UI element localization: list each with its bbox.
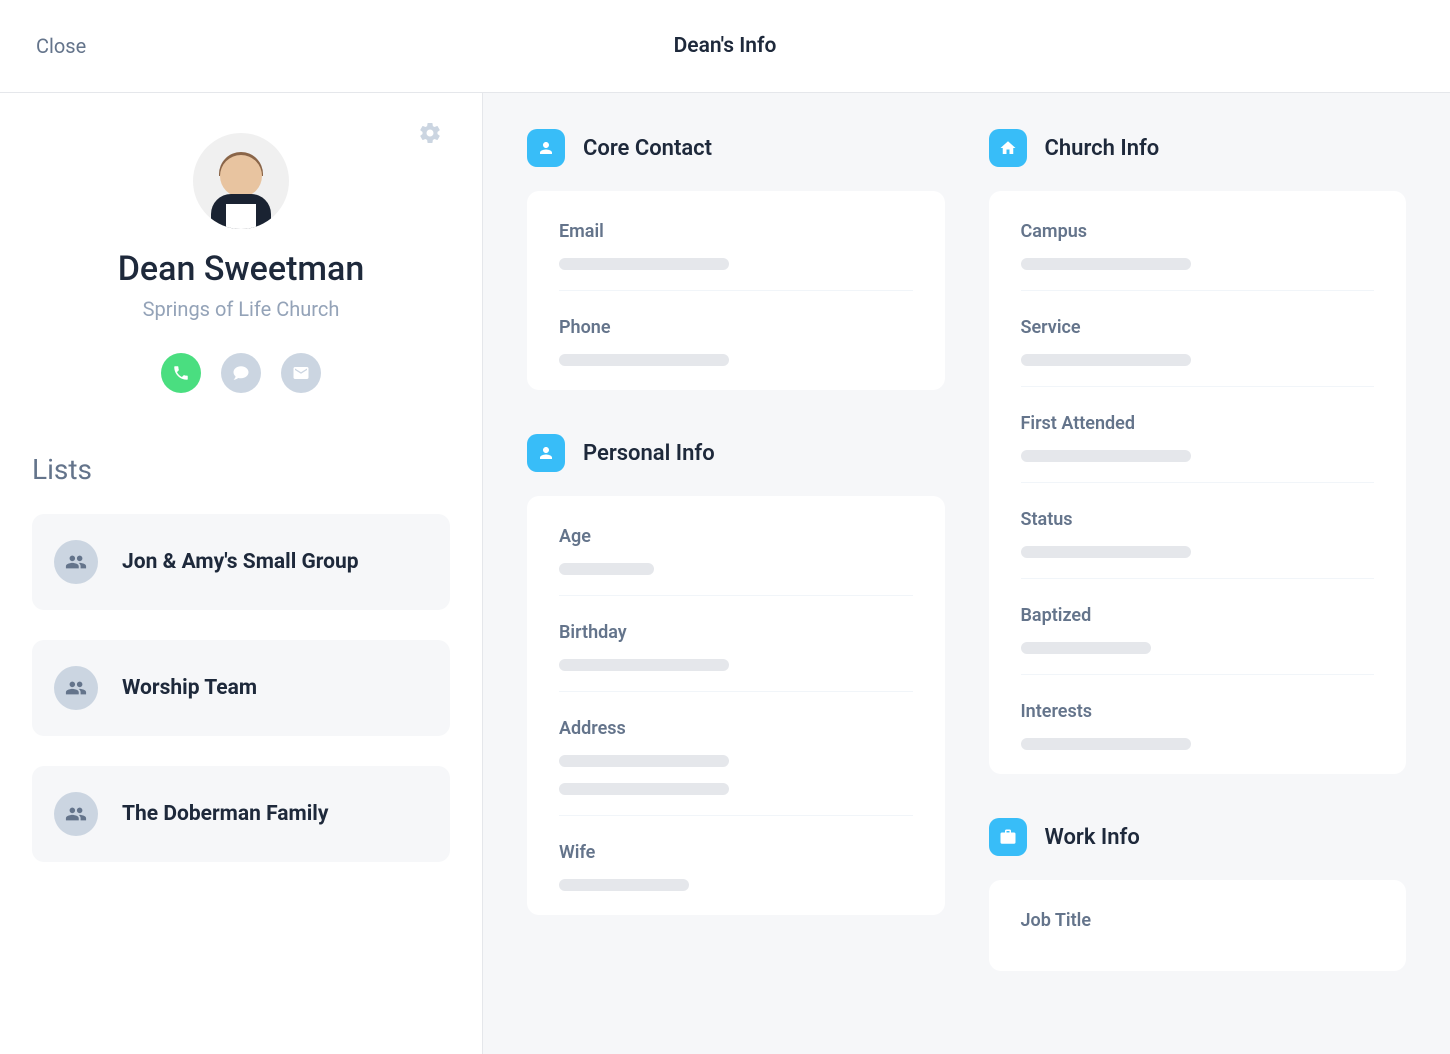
field-first-attended: First Attended <box>1021 387 1375 483</box>
placeholder-value <box>1021 738 1191 750</box>
placeholder-value <box>559 659 729 671</box>
field-address: Address <box>559 692 913 816</box>
field-service: Service <box>1021 291 1375 387</box>
profile-name: Dean Sweetman <box>118 249 365 289</box>
section-title: Church Info <box>1045 136 1160 161</box>
list-item-label: The Doberman Family <box>122 802 328 826</box>
placeholder-value <box>559 755 729 767</box>
field-job-title: Job Title <box>1021 884 1375 967</box>
gear-icon[interactable] <box>418 121 442 149</box>
field-label: Wife <box>559 842 913 863</box>
field-label: Baptized <box>1021 605 1375 626</box>
field-label: Email <box>559 221 913 242</box>
field-label: Status <box>1021 509 1375 530</box>
page-title: Dean's Info <box>674 34 777 58</box>
placeholder-value <box>559 354 729 366</box>
section-header-church-info: Church Info <box>989 129 1407 167</box>
field-label: Job Title <box>1021 910 1375 931</box>
field-birthday: Birthday <box>559 596 913 692</box>
call-button[interactable] <box>161 353 201 393</box>
message-button[interactable] <box>221 353 261 393</box>
field-interests: Interests <box>1021 675 1375 770</box>
list-item-label: Worship Team <box>122 676 257 700</box>
field-label: Phone <box>559 317 913 338</box>
field-label: Birthday <box>559 622 913 643</box>
placeholder-value <box>1021 546 1191 558</box>
placeholder-value <box>1021 642 1151 654</box>
placeholder-value <box>1021 258 1191 270</box>
placeholder-value <box>1021 450 1191 462</box>
main-content: Core Contact Email Phone Persona <box>483 93 1450 1054</box>
field-label: Campus <box>1021 221 1375 242</box>
content: Dean Sweetman Springs of Life Church <box>0 93 1450 1054</box>
field-phone: Phone <box>559 291 913 386</box>
field-wife: Wife <box>559 816 913 911</box>
left-column: Core Contact Email Phone Persona <box>527 129 945 1018</box>
close-button[interactable]: Close <box>36 34 86 58</box>
group-icon <box>54 792 98 836</box>
action-buttons <box>161 353 321 393</box>
section-header-core-contact: Core Contact <box>527 129 945 167</box>
avatar <box>193 133 289 229</box>
email-button[interactable] <box>281 353 321 393</box>
placeholder-value <box>559 879 689 891</box>
header: Close Dean's Info <box>0 0 1450 93</box>
field-label: Address <box>559 718 913 739</box>
work-info-card: Job Title <box>989 880 1407 971</box>
placeholder-value <box>559 563 654 575</box>
field-baptized: Baptized <box>1021 579 1375 675</box>
briefcase-icon <box>989 818 1027 856</box>
section-title: Personal Info <box>583 441 715 466</box>
lists-heading: Lists <box>32 453 450 486</box>
list-item-small-group[interactable]: Jon & Amy's Small Group <box>32 514 450 610</box>
section-title: Work Info <box>1045 825 1140 850</box>
church-info-card: Campus Service First Attended Status Bap… <box>989 191 1407 774</box>
personal-info-card: Age Birthday Address Wife <box>527 496 945 915</box>
section-header-personal-info: Personal Info <box>527 434 945 472</box>
section-header-work-info: Work Info <box>989 818 1407 856</box>
placeholder-value <box>1021 354 1191 366</box>
list-item-family[interactable]: The Doberman Family <box>32 766 450 862</box>
field-email: Email <box>559 195 913 291</box>
person-icon <box>527 434 565 472</box>
person-icon <box>527 129 565 167</box>
group-icon <box>54 666 98 710</box>
profile-organization: Springs of Life Church <box>143 297 340 321</box>
field-status: Status <box>1021 483 1375 579</box>
group-icon <box>54 540 98 584</box>
field-label: Age <box>559 526 913 547</box>
list-item-worship-team[interactable]: Worship Team <box>32 640 450 736</box>
section-title: Core Contact <box>583 136 712 161</box>
core-contact-card: Email Phone <box>527 191 945 390</box>
field-campus: Campus <box>1021 195 1375 291</box>
field-label: Interests <box>1021 701 1375 722</box>
field-label: First Attended <box>1021 413 1375 434</box>
sidebar: Dean Sweetman Springs of Life Church <box>0 93 483 1054</box>
right-column: Church Info Campus Service First Attende… <box>989 129 1407 1018</box>
field-label: Service <box>1021 317 1375 338</box>
placeholder-value <box>559 783 729 795</box>
list-item-label: Jon & Amy's Small Group <box>122 550 359 574</box>
field-age: Age <box>559 500 913 596</box>
home-icon <box>989 129 1027 167</box>
profile-section: Dean Sweetman Springs of Life Church <box>32 133 450 453</box>
placeholder-value <box>559 258 729 270</box>
